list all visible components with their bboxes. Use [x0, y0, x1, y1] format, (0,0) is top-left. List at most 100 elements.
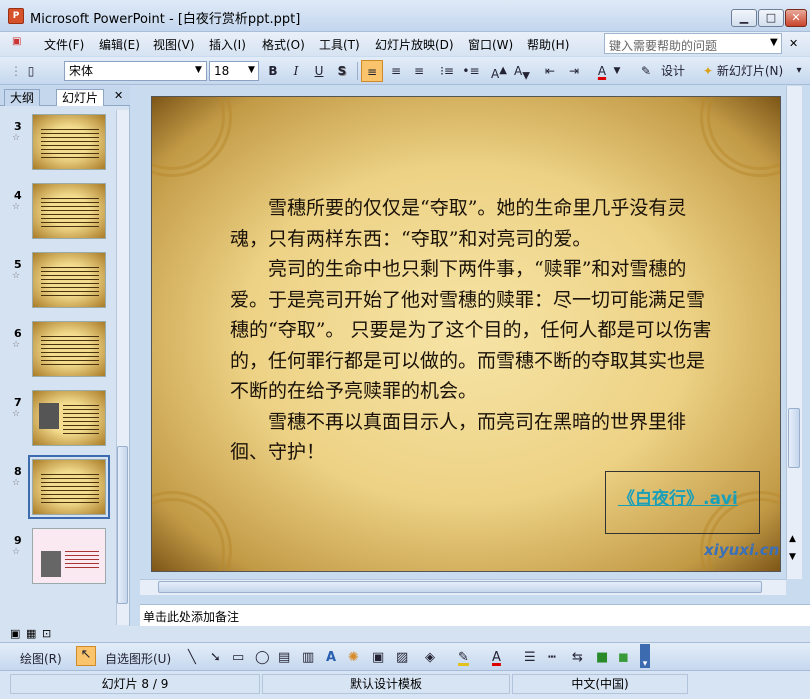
next-slide-icon[interactable]: ▼	[789, 552, 796, 562]
menu-view[interactable]: 视图(V)	[153, 36, 195, 53]
new-slide-icon[interactable]: ✦	[700, 60, 716, 82]
textbox-icon[interactable]: ▤	[278, 650, 290, 665]
autoshapes-button[interactable]: 自选图形(U)	[105, 650, 171, 667]
close-button[interactable]: ✕	[785, 9, 807, 27]
line-icon[interactable]: ╲	[188, 650, 196, 665]
paragraph: 雪穗所要的仅仅是“夺取”。她的生命里几乎没有灵魂，只有两样东西：“夺取”和对亮司…	[230, 197, 687, 250]
increase-indent-icon[interactable]: ⇥	[563, 60, 585, 82]
help-dropdown-icon[interactable]: ▼	[770, 37, 778, 48]
picture-icon[interactable]: ▨	[396, 650, 408, 665]
slide-thumbnail-5[interactable]	[32, 252, 106, 308]
diagram-icon[interactable]: ✺	[348, 650, 359, 665]
toolbar-options-icon[interactable]: ▾	[792, 60, 806, 82]
normal-view-icon[interactable]: ▣	[10, 627, 20, 640]
toolbar-grip-icon[interactable]: ⋮	[10, 60, 22, 82]
shadow-button[interactable]: S	[333, 60, 351, 82]
font-color-dropdown-icon[interactable]: ▼	[612, 60, 622, 82]
minimize-button[interactable]: ▁	[731, 9, 757, 27]
font-color-icon[interactable]: A	[591, 60, 613, 82]
slide-counter: 幻灯片 8 / 9	[10, 674, 260, 694]
menu-help[interactable]: 帮助(H)	[527, 36, 569, 53]
shadow-style-icon[interactable]: ■	[596, 650, 608, 665]
watermark: xiyuxi.cn	[704, 541, 780, 559]
slide-thumbnail-7[interactable]	[32, 390, 106, 446]
prev-slide-icon[interactable]: ▲	[789, 534, 796, 544]
paragraph: 雪穗不再以真面目示人，而亮司在黑暗的世界里徘徊、守护！	[230, 410, 687, 464]
numbering-icon[interactable]: ⁝≡	[436, 60, 458, 82]
transition-star-icon: ☆	[12, 478, 21, 488]
slide-number: 7	[14, 396, 22, 409]
select-pointer-icon[interactable]: ↖	[76, 646, 96, 666]
italic-button[interactable]: I	[287, 60, 305, 82]
editor-hscroll-thumb[interactable]	[158, 581, 762, 593]
clipart-icon[interactable]: ▣	[372, 650, 384, 665]
slideshow-view-icon[interactable]: ⊡	[42, 627, 51, 640]
fill-color-icon[interactable]: ◈	[425, 650, 435, 665]
draw-menu-button[interactable]: 绘图(R)	[20, 650, 62, 667]
arrow-style-icon[interactable]: ⇆	[572, 650, 583, 665]
menu-tools[interactable]: 工具(T)	[319, 36, 360, 53]
design-button[interactable]: 设计(S)	[654, 60, 692, 100]
notes-placeholder[interactable]: 单击此处添加备注	[143, 608, 239, 625]
align-right-icon[interactable]: ≡	[408, 60, 430, 82]
editor-vertical-scrollbar[interactable]	[786, 86, 802, 579]
slide-sorter-icon[interactable]: ▦	[26, 627, 36, 640]
doc-icon[interactable]: ▣	[12, 36, 21, 47]
3d-style-icon[interactable]: ◼	[618, 650, 629, 665]
menu-slideshow[interactable]: 幻灯片放映(D)	[375, 36, 454, 53]
font-name-select[interactable]: 宋体	[64, 61, 207, 81]
slide-body-text[interactable]: 雪穗所要的仅仅是“夺取”。她的生命里几乎没有灵魂，只有两样东西：“夺取”和对亮司…	[230, 193, 720, 468]
notes-pane[interactable]	[140, 604, 810, 626]
slide-canvas[interactable]: 雪穗所要的仅仅是“夺取”。她的生命里几乎没有灵魂，只有两样东西：“夺取”和对亮司…	[151, 96, 781, 572]
close-document-icon[interactable]: ✕	[789, 37, 798, 50]
tab-outline[interactable]: 大纲	[4, 89, 41, 106]
dash-style-icon[interactable]: ┅	[548, 650, 556, 665]
oval-icon[interactable]: ◯	[255, 650, 270, 665]
line-style-icon[interactable]: ☰	[524, 650, 536, 665]
video-link[interactable]: 《白夜行》.avi	[618, 484, 738, 509]
panel-close-icon[interactable]: ✕	[114, 89, 123, 102]
menu-edit[interactable]: 编辑(E)	[99, 36, 140, 53]
language-indicator: 中文(中国)	[512, 674, 688, 694]
slide-thumbnail-9[interactable]	[32, 528, 106, 584]
align-left-icon[interactable]: ≡	[361, 60, 383, 82]
menu-format[interactable]: 格式(O)	[262, 36, 305, 53]
arrow-icon[interactable]: ➘	[210, 650, 221, 665]
powerpoint-app-icon[interactable]: P	[8, 8, 24, 24]
design-icon[interactable]: ✎	[638, 60, 654, 82]
new-document-icon[interactable]: ▯	[20, 60, 42, 82]
editor-scroll-thumb[interactable]	[788, 408, 800, 468]
view-buttons-strip	[0, 626, 810, 642]
slide-thumbnail-6[interactable]	[32, 321, 106, 377]
menu-window[interactable]: 窗口(W)	[468, 36, 513, 53]
slide-number: 6	[14, 327, 22, 340]
decrease-font-icon[interactable]: A▼	[511, 60, 533, 82]
slide-thumbnail-3[interactable]	[32, 114, 106, 170]
new-slide-button[interactable]: 新幻灯片(N)	[716, 60, 784, 82]
drawing-font-color-icon[interactable]: A	[492, 650, 501, 665]
slide-number: 4	[14, 189, 22, 202]
wordart-icon[interactable]: A	[326, 650, 336, 665]
menu-insert[interactable]: 插入(I)	[209, 36, 246, 53]
maximize-button[interactable]: □	[758, 9, 784, 27]
font-dropdown-icon[interactable]: ▼	[195, 65, 202, 75]
underline-button[interactable]: U	[310, 60, 328, 82]
size-dropdown-icon[interactable]: ▼	[248, 65, 255, 75]
decrease-indent-icon[interactable]: ⇤	[539, 60, 561, 82]
slide-thumbnail-8[interactable]	[28, 455, 110, 519]
rectangle-icon[interactable]: ▭	[232, 650, 244, 665]
slide-thumbnail-4[interactable]	[32, 183, 106, 239]
toolbar-options-icon[interactable]: ▾	[640, 644, 650, 669]
tab-slides[interactable]: 幻灯片	[56, 89, 105, 106]
line-color-icon[interactable]: ✎	[458, 650, 469, 665]
vertical-textbox-icon[interactable]: ▥	[302, 650, 314, 665]
transition-star-icon: ☆	[12, 547, 21, 557]
bold-button[interactable]: B	[264, 60, 282, 82]
menu-file[interactable]: 文件(F)	[44, 36, 84, 53]
increase-font-icon[interactable]: A▲	[488, 60, 510, 82]
bullets-icon[interactable]: •≡	[460, 60, 482, 82]
help-search-input[interactable]: 键入需要帮助的问题	[604, 33, 782, 54]
panel-scroll-thumb[interactable]	[117, 446, 128, 604]
align-center-icon[interactable]: ≡	[385, 60, 407, 82]
corner-ornament	[152, 491, 232, 571]
